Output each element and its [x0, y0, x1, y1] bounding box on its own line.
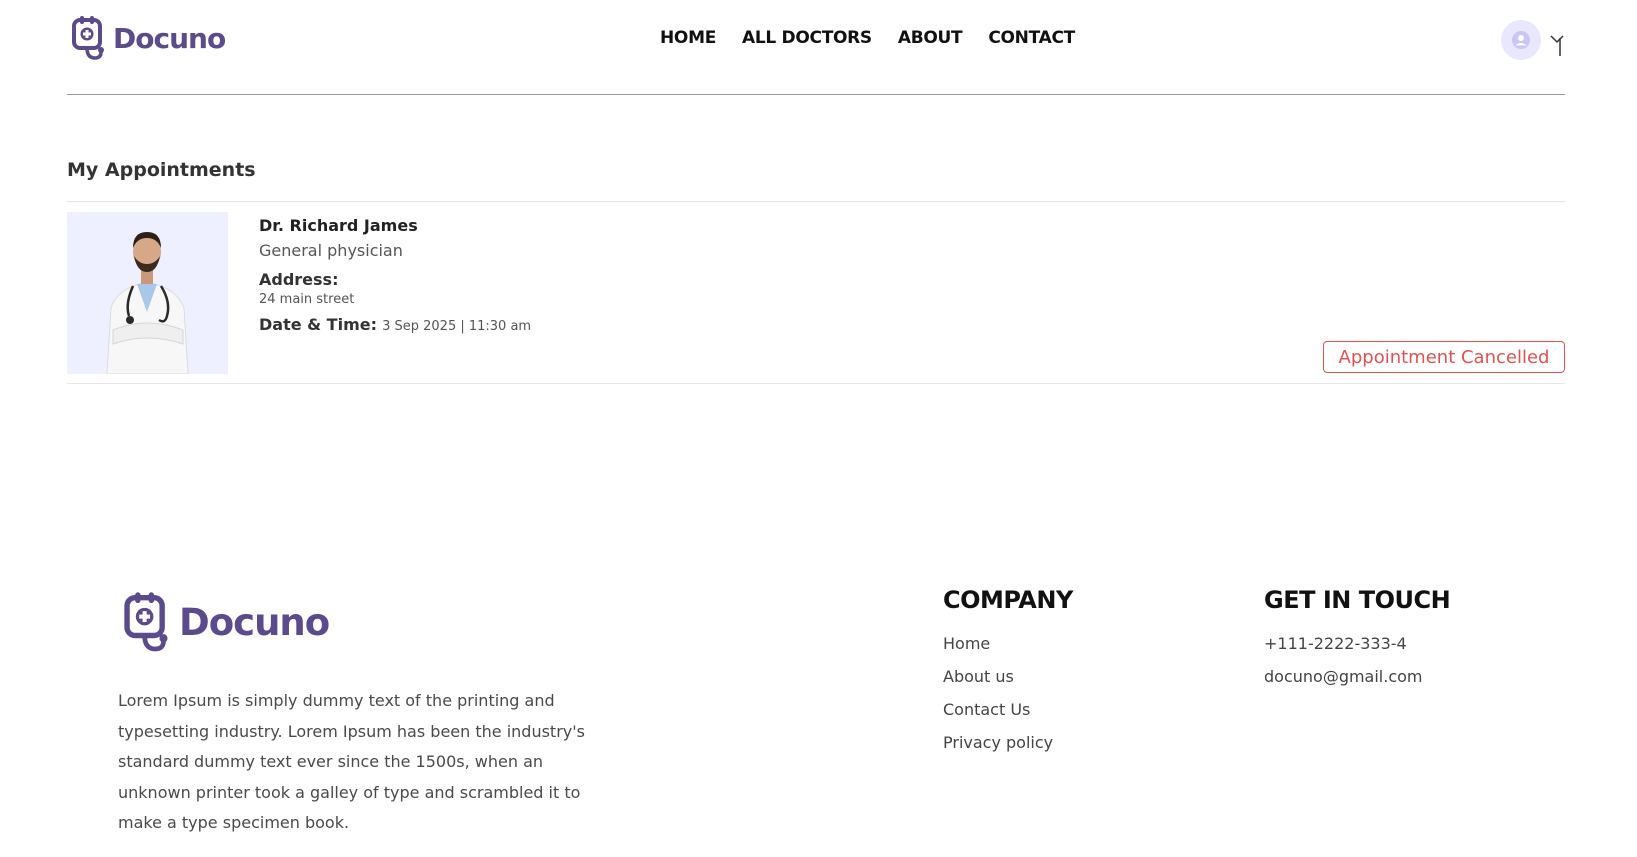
datetime-value: 3 Sep 2025 | 11:30 am	[382, 319, 532, 334]
contact-details: +111-2222-333-4 docuno@gmail.com	[1264, 634, 1450, 686]
nav-home[interactable]: HOME	[660, 28, 716, 48]
address-line: 24 main street	[259, 292, 355, 307]
divider	[67, 201, 1565, 202]
footer-link-privacy[interactable]: Privacy policy	[943, 733, 1073, 752]
doctor-illustration	[67, 212, 228, 374]
nav-contact[interactable]: CONTACT	[988, 28, 1075, 48]
footer-link-about[interactable]: About us	[943, 667, 1073, 686]
main-nav: HOME ALL DOCTORS ABOUT CONTACT	[660, 28, 1075, 48]
chevron-down-icon[interactable]	[1549, 30, 1565, 58]
footer-company: COMPANY Home About us Contact Us Privacy…	[943, 586, 1073, 766]
appointment-card: Dr. Richard James General physician Addr…	[67, 212, 1565, 384]
contact-heading: GET IN TOUCH	[1264, 586, 1451, 614]
doctor-photo	[67, 212, 228, 374]
avatar[interactable]	[1501, 20, 1541, 60]
footer-brand-name: Docuno	[179, 600, 330, 644]
footer-link-home[interactable]: Home	[943, 634, 1073, 653]
brand-logo[interactable]: Docuno	[71, 14, 226, 62]
appointment-cancelled-badge: Appointment Cancelled	[1323, 341, 1565, 373]
stethoscope-clipboard-icon	[124, 592, 168, 652]
footer-brand-logo[interactable]: Docuno	[123, 589, 330, 655]
brand-name: Docuno	[113, 21, 226, 55]
doctor-speciality: General physician	[259, 241, 403, 260]
stethoscope-clipboard-icon	[72, 16, 104, 60]
user-icon	[1512, 31, 1530, 49]
company-links: Home About us Contact Us Privacy policy	[943, 634, 1073, 752]
page-title: My Appointments	[67, 159, 256, 181]
footer-link-contact[interactable]: Contact Us	[943, 700, 1073, 719]
datetime-label: Date & Time:	[259, 315, 377, 334]
appointment-info: Dr. Richard James General physician Addr…	[259, 216, 531, 334]
address-label: Address:	[259, 270, 339, 289]
contact-phone: +111-2222-333-4	[1264, 634, 1407, 653]
footer-description: Lorem Ipsum is simply dummy text of the …	[118, 691, 585, 832]
company-heading: COMPANY	[943, 586, 1073, 614]
footer-contact: GET IN TOUCH +111-2222-333-4 docuno@gmai…	[1264, 586, 1451, 700]
appointment-datetime: Date & Time: 3 Sep 2025 | 11:30 am	[259, 315, 531, 334]
header: Docuno HOME ALL DOCTORS ABOUT CONTACT	[67, 0, 1565, 95]
contact-email[interactable]: docuno@gmail.com	[1264, 667, 1450, 686]
nav-about[interactable]: ABOUT	[898, 28, 963, 48]
doctor-name: Dr. Richard James	[259, 216, 418, 235]
nav-all-doctors[interactable]: ALL DOCTORS	[742, 28, 872, 48]
profile-menu[interactable]	[1501, 20, 1565, 60]
